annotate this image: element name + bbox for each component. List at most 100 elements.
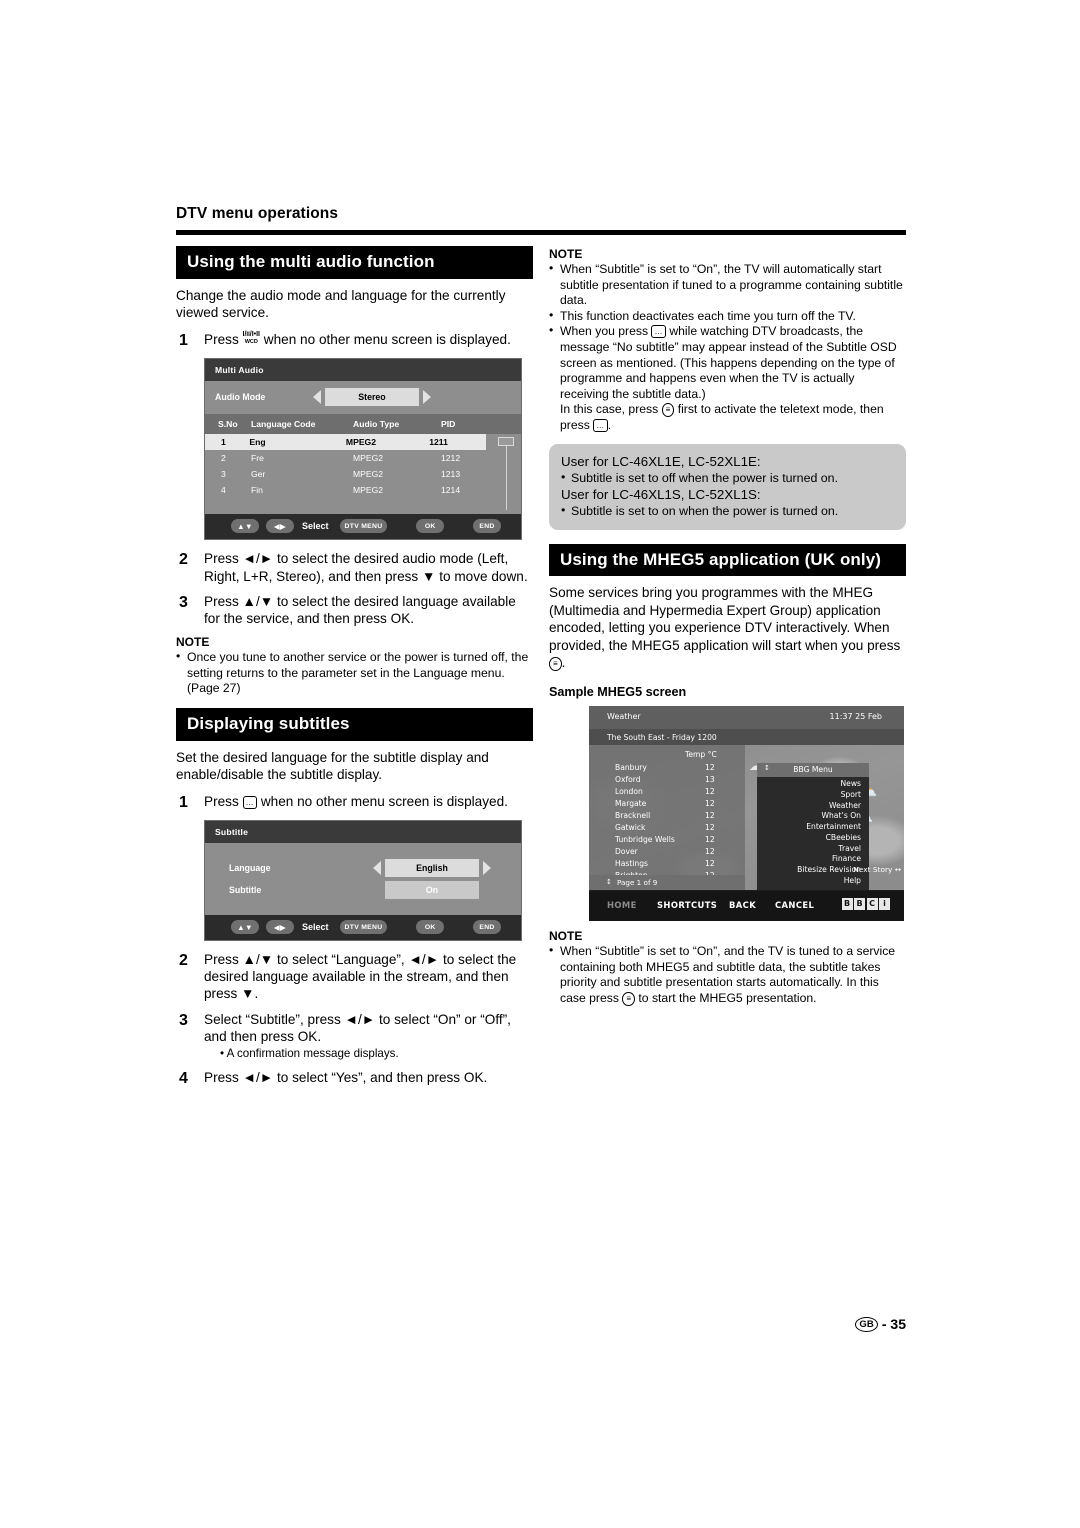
step-item: 4 Press ◄/► to select “Yes”, and then pr… (176, 1069, 533, 1089)
left-arrow-icon[interactable] (373, 861, 381, 876)
city-temp: 12 (705, 859, 715, 869)
osd-subtitle-value[interactable]: On (385, 881, 479, 900)
ok-button[interactable]: OK (416, 519, 445, 534)
mheg5-intro: Some services bring you programmes with … (549, 584, 906, 672)
mheg-subheader-bar: The South East - Friday 1200 (589, 729, 904, 746)
footer-separator: - (881, 1316, 887, 1332)
note-item: When you press … while watching DTV broa… (549, 323, 906, 433)
city-temp: 12 (705, 787, 715, 797)
home-button[interactable]: HOME (607, 900, 637, 910)
step-substep: • A confirmation message displays. (220, 1046, 399, 1060)
menu-item[interactable]: Entertainment (757, 822, 861, 833)
note-heading: NOTE (549, 929, 583, 944)
table-row[interactable]: 1 Eng MPEG2 1211 (205, 434, 486, 451)
mheg-main-area: ☁ ⛅ ⛅ ⛅ Temp °C Banbury 12 Oxford 13 Lon… (589, 745, 904, 891)
city-name: Dover (615, 847, 638, 857)
note-list: When “Subtitle” is set to “On”, and the … (549, 943, 906, 1006)
menu-item[interactable]: Travel (757, 844, 861, 855)
up-down-arrows-icon[interactable]: ↕ (606, 878, 612, 886)
city-name: Oxford (615, 775, 641, 785)
mheg-header-time: 11:37 25 Feb (829, 712, 882, 722)
menu-item[interactable]: Sport (757, 790, 861, 801)
bbc-menu-title: ↕ BBG Menu (757, 763, 869, 778)
subtitle-icon: … (651, 325, 666, 339)
back-button[interactable]: BACK (729, 900, 756, 910)
menu-item[interactable]: Weather (757, 801, 861, 812)
step-item: 1 Press I/II/I•II WCD when no other menu … (176, 331, 533, 351)
table-row[interactable]: 3 Ger MPEG2 1213 (205, 466, 521, 482)
right-arrow-icon[interactable] (423, 390, 431, 405)
osd-language-row: Language English (205, 857, 521, 879)
step-text: Press ▲/▼ to select “Language”, ◄/► to s… (204, 952, 517, 1002)
model-info-box: User for LC-46XL1E, LC-52XL1E: Subtitle … (549, 443, 906, 530)
cell-pid: 1214 (441, 485, 461, 496)
up-down-arrows-icon[interactable]: ▲▼ (231, 920, 259, 935)
end-button[interactable]: END (473, 920, 501, 935)
cell-sno: 4 (221, 485, 226, 496)
osd-scrollbar[interactable] (498, 437, 514, 511)
model-info-line-3: User for LC-46XL1S, LC-52XL1S: (561, 487, 761, 503)
city-name: Bracknell (615, 811, 651, 821)
table-row[interactable]: 2 Fre MPEG2 1212 (205, 450, 521, 466)
step-item: 3 Press ▲/▼ to select the desired langua… (176, 593, 533, 627)
section-banner-displaying-subtitles: Displaying subtitles (176, 707, 533, 741)
next-story-label[interactable]: Next Story ↔ (853, 865, 901, 874)
city-temp: 12 (705, 811, 715, 821)
osd-language-value[interactable]: English (385, 859, 479, 878)
end-button[interactable]: END (473, 519, 501, 534)
teletext-icon: ≡ (549, 657, 562, 672)
cell-type: MPEG2 (353, 469, 384, 480)
cell-sno: 3 (221, 469, 226, 480)
cell-sno: 1 (221, 437, 226, 448)
left-right-arrows-icon[interactable]: ◀▶ (266, 920, 294, 935)
cancel-button[interactable]: CANCEL (775, 900, 814, 910)
menu-item[interactable]: What’s On (757, 811, 861, 822)
city-name: Tunbridge Wells (615, 835, 675, 845)
city-temp: 12 (705, 835, 715, 845)
left-right-arrows-icon[interactable]: ◀▶ (266, 519, 294, 534)
scrollbar-thumb[interactable] (498, 437, 514, 447)
city-temp: 12 (705, 799, 715, 809)
osd-audio-mode-value[interactable]: Stereo (325, 388, 419, 407)
mheg-page-indicator: Page 1 of 9 (617, 878, 658, 888)
temp-column-header: Temp °C (685, 750, 717, 760)
osd-subtitle-row: Subtitle On (205, 879, 521, 901)
menu-item[interactable]: Help (757, 876, 861, 887)
scrollbar-track (505, 446, 507, 511)
step-text: Press I/II/I•II WCD when no other menu sc… (204, 331, 533, 351)
model-info-line-2: Subtitle is set to off when the power is… (561, 469, 894, 486)
menu-item[interactable]: Bitesize Revision (757, 865, 861, 876)
bbc-menu-list: News Sport Weather What’s On Entertainme… (757, 777, 869, 890)
up-down-arrows-icon[interactable]: ↕ (764, 764, 770, 772)
next-story-text: Next Story (853, 865, 893, 875)
multi-audio-osd: Multi Audio Audio Mode Stereo S.No Langu… (204, 358, 522, 541)
city-temp: 13 (705, 775, 715, 785)
cell-pid: 1212 (441, 453, 461, 464)
osd-select-label: Select (302, 922, 329, 933)
teletext-icon: ≡ (661, 403, 675, 418)
right-arrow-icon[interactable] (483, 861, 491, 876)
osd-table-header: S.No Language Code Audio Type PID (205, 414, 521, 435)
section-banner-multi-audio: Using the multi audio function (176, 246, 533, 279)
multi-audio-intro: Change the audio mode and language for t… (176, 287, 506, 321)
menu-item[interactable]: CBeebies (757, 833, 861, 844)
table-row[interactable]: 4 Fin MPEG2 1214 (205, 482, 521, 498)
left-arrow-icon[interactable] (313, 390, 321, 405)
mheg5-sample-screen: Weather 11:37 25 Feb The South East - Fr… (589, 706, 904, 922)
dtv-menu-button[interactable]: DTV MENU (339, 519, 388, 534)
cell-type: MPEG2 (345, 437, 377, 448)
column-header-language-code: Language Code (251, 419, 316, 430)
up-down-arrows-icon[interactable]: ▲▼ (231, 519, 259, 534)
shortcuts-button[interactable]: SHORTCUTS (657, 900, 717, 910)
step-text: Select “Subtitle”, press ◄/► to select “… (204, 1011, 533, 1061)
step-number: 1 (179, 331, 188, 349)
cell-language: Fin (251, 485, 263, 496)
menu-item[interactable]: Finance (757, 854, 861, 865)
step-number: 4 (179, 1069, 188, 1087)
osd-select-label: Select (302, 521, 329, 532)
step-item: 2 Press ◄/► to select the desired audio … (176, 550, 533, 584)
menu-item[interactable]: News (757, 779, 861, 790)
dtv-menu-button[interactable]: DTV MENU (339, 920, 388, 935)
ok-button[interactable]: OK (416, 920, 445, 935)
note-heading: NOTE (549, 247, 583, 261)
